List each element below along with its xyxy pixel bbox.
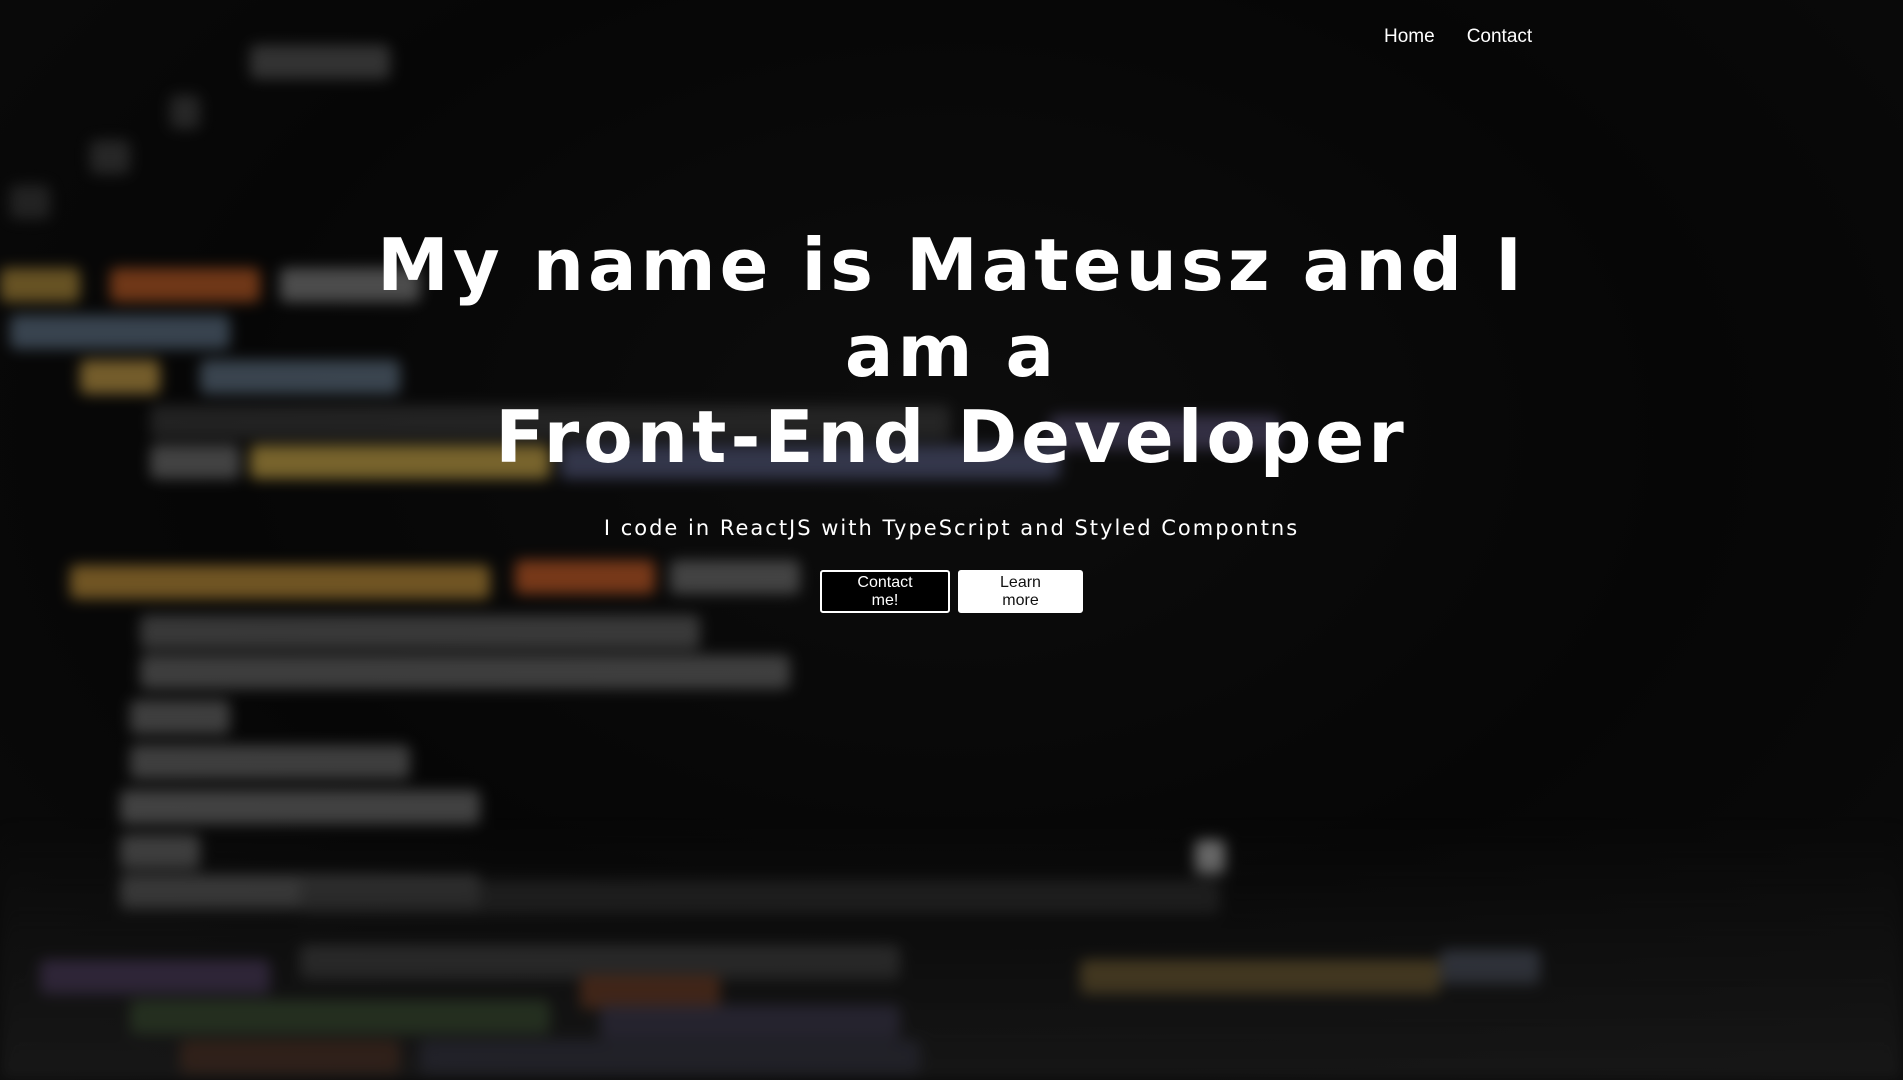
nav-contact-link[interactable]: Contact	[1467, 26, 1532, 48]
hero-buttons: Contact me! Learn more	[0, 570, 1903, 613]
hero-subtitle: I code in ReactJS with TypeScript and St…	[603, 516, 1300, 540]
hero-section: Home Contact My name is Mateusz and I am…	[0, 0, 1903, 1080]
hero-title: My name is Mateusz and I am a Front-End …	[302, 222, 1602, 480]
hero-title-line-2: Front-End Developer	[495, 395, 1408, 479]
top-nav: Home Contact	[1384, 26, 1532, 48]
hero-title-line-1: My name is Mateusz and I am a	[377, 223, 1526, 393]
hero-content: My name is Mateusz and I am a Front-End …	[0, 222, 1903, 613]
learn-more-button[interactable]: Learn more	[958, 570, 1083, 613]
contact-me-button[interactable]: Contact me!	[820, 570, 950, 613]
nav-home-link[interactable]: Home	[1384, 26, 1435, 48]
